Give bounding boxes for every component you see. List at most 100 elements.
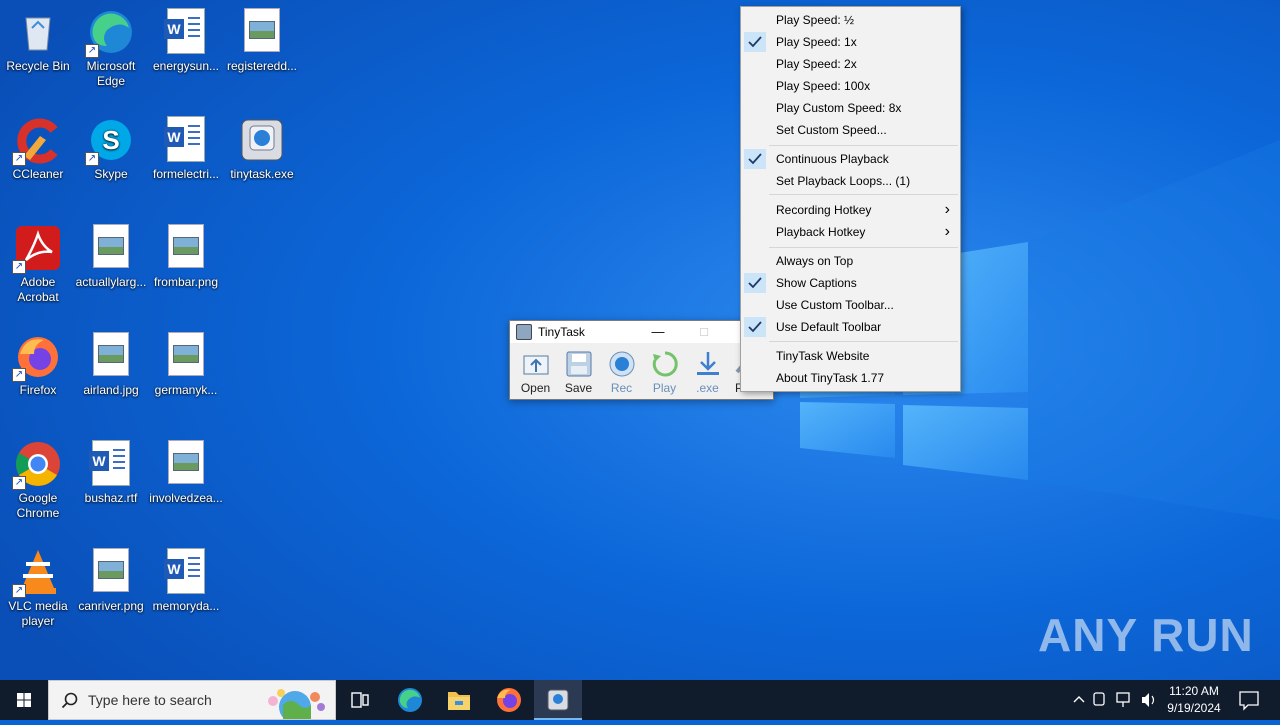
desktop-icon[interactable]: ↗ CCleaner	[0, 112, 76, 182]
desktop-icon[interactable]: S ↗ Skype	[73, 112, 149, 182]
menu-item[interactable]: Always on Top	[743, 250, 958, 272]
submenu-arrow-icon: ›	[944, 223, 950, 240]
desktop-icon-label: germanyk...	[154, 383, 218, 397]
menu-item[interactable]: Play Custom Speed: 8x	[743, 97, 958, 119]
menu-item-label: Show Captions	[776, 276, 857, 290]
desktop-icon[interactable]: ↗ Firefox	[0, 328, 76, 398]
image-file-icon	[162, 332, 210, 380]
desktop-icon[interactable]: tinytask.exe	[224, 112, 300, 182]
image-file-icon	[162, 440, 210, 488]
menu-item[interactable]: Continuous Playback	[743, 148, 958, 170]
tinytask-toolbar: Open Save Rec Play .exe P	[510, 343, 773, 395]
taskbar-edge[interactable]	[386, 680, 434, 720]
menu-item[interactable]: Play Speed: 2x	[743, 53, 958, 75]
tinytask-window[interactable]: TinyTask — □ Open Save Rec Play .exe P	[509, 320, 774, 400]
desktop-icon-label: actuallylarg...	[75, 275, 147, 289]
menu-item-label: Use Default Toolbar	[776, 320, 882, 334]
desktop-icon[interactable]: Wbushaz.rtf	[73, 436, 149, 506]
desktop-icon[interactable]: airland.jpg	[73, 328, 149, 398]
image-file-icon	[162, 224, 210, 272]
menu-item-label: Recording Hotkey	[776, 203, 872, 217]
desktop-icon-label: Google Chrome	[16, 491, 60, 520]
taskbar-clock[interactable]: 11:20 AM 9/19/2024	[1160, 683, 1228, 717]
desktop-icon-label: Recycle Bin	[6, 59, 70, 73]
menu-item[interactable]: Play Speed: 100x	[743, 75, 958, 97]
desktop-icon-label: involvedzea...	[149, 491, 223, 505]
shortcut-arrow-icon: ↗	[85, 152, 99, 166]
search-highlight-icon	[268, 689, 325, 719]
menu-item-label: Continuous Playback	[776, 152, 889, 166]
tinytask-button-label: Rec	[610, 381, 633, 395]
tinytask-play-button[interactable]: Play	[643, 349, 686, 395]
menu-item-label: About TinyTask 1.77	[776, 371, 885, 385]
desktop-icon[interactable]: Wmemoryda...	[148, 544, 224, 614]
desktop-icon[interactable]: Recycle Bin	[0, 4, 76, 74]
taskbar-file-explorer[interactable]	[435, 680, 483, 720]
menu-item[interactable]: Show Captions	[743, 272, 958, 294]
menu-item-label: Play Speed: 2x	[776, 57, 857, 71]
network-icon	[1116, 692, 1130, 703]
windows-logo-icon	[17, 693, 31, 707]
firefox-icon: ↗	[12, 332, 62, 382]
image-file-icon	[87, 224, 135, 272]
menu-item[interactable]: Play Speed: ½	[743, 9, 958, 31]
desktop-icon[interactable]: germanyk...	[148, 328, 224, 398]
tinytask-record-button[interactable]: Rec	[600, 349, 643, 395]
desktop-icon[interactable]: ↗ VLC media player	[0, 544, 76, 629]
menu-separator	[769, 341, 958, 342]
firefox-icon	[497, 688, 521, 712]
desktop-icon[interactable]: registeredd...	[224, 4, 300, 74]
tinytask-button-label: .exe	[696, 381, 719, 395]
start-button[interactable]	[0, 680, 48, 720]
menu-item[interactable]: TinyTask Website	[743, 345, 958, 367]
vlc-icon: ↗	[12, 548, 62, 598]
menu-item-label: Set Custom Speed...	[776, 123, 887, 137]
tinytask-titlebar[interactable]: TinyTask — □	[510, 321, 773, 343]
desktop-icon[interactable]: actuallylarg...	[73, 220, 149, 290]
search-icon	[61, 692, 78, 709]
checkmark-icon	[744, 273, 766, 293]
taskbar-search-box[interactable]: Type here to search	[48, 680, 336, 720]
skype-icon: S ↗	[85, 116, 135, 166]
menu-item-label: Use Custom Toolbar...	[776, 298, 894, 312]
chrome-icon: ↗	[12, 440, 62, 490]
desktop-icon[interactable]: ↗ Adobe Acrobat	[0, 220, 76, 305]
desktop-icon[interactable]: ↗ Microsoft Edge	[73, 4, 149, 89]
menu-item[interactable]: Playback Hotkey ›	[743, 221, 958, 243]
tinytask-button-label: Save	[564, 381, 593, 395]
notifications-button[interactable]	[1234, 680, 1264, 720]
menu-separator	[769, 145, 958, 146]
save-icon	[557, 349, 600, 379]
task-view-icon	[351, 692, 369, 708]
menu-item[interactable]: Set Playback Loops... (1)	[743, 170, 958, 192]
menu-item[interactable]: Use Custom Toolbar...	[743, 294, 958, 316]
desktop-icon[interactable]: involvedzea...	[148, 436, 224, 506]
maximize-button[interactable]: □	[682, 321, 726, 343]
word-doc-icon: W	[162, 116, 210, 164]
image-file-icon	[87, 548, 135, 596]
menu-item-label: Play Speed: 1x	[776, 35, 857, 49]
volume-icon	[1142, 693, 1149, 707]
desktop-icon-label: energysun...	[152, 59, 220, 73]
desktop-icon[interactable]: frombar.png	[148, 220, 224, 290]
desktop-icon[interactable]: Wenergysun...	[148, 4, 224, 74]
tinytask-open-button[interactable]: Open	[514, 349, 557, 395]
desktop-icon-label: canriver.png	[78, 599, 144, 613]
desktop-icon-label: Skype	[94, 167, 128, 181]
menu-item[interactable]: Play Speed: 1x	[743, 31, 958, 53]
desktop-icon[interactable]: ↗ Google Chrome	[0, 436, 76, 521]
minimize-button[interactable]: —	[636, 321, 680, 343]
tinytask-compile-exe-button[interactable]: .exe	[686, 349, 729, 395]
menu-item[interactable]: Recording Hotkey ›	[743, 199, 958, 221]
recycle-bin-icon	[14, 8, 62, 56]
menu-item[interactable]: Set Custom Speed...	[743, 119, 958, 141]
menu-item[interactable]: About TinyTask 1.77	[743, 367, 958, 389]
task-view-button[interactable]	[336, 680, 384, 720]
menu-item[interactable]: Use Default Toolbar	[743, 316, 958, 338]
desktop-icon[interactable]: canriver.png	[73, 544, 149, 614]
desktop-icon[interactable]: Wformelectri...	[148, 112, 224, 182]
tinytask-save-button[interactable]: Save	[557, 349, 600, 395]
taskbar-firefox[interactable]	[485, 680, 533, 720]
desktop-icon-label: Firefox	[19, 383, 57, 397]
taskbar-tinytask[interactable]	[534, 680, 582, 720]
